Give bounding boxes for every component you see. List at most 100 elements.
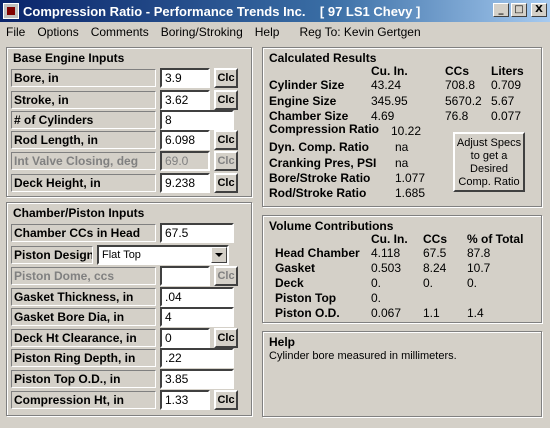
dropdown-arrow-icon[interactable] [211,247,227,263]
cylinder-size-ccs: 708.8 [445,78,476,92]
window-title: Compression Ratio - Performance Trends I… [23,3,421,19]
piston-dome-row: Piston Dome, ccs Clc [11,266,238,286]
deck-clearance-input[interactable]: 0 [160,328,210,348]
stroke-row: Stroke, in 3.62 Clc [11,90,238,110]
maximize-button[interactable]: □ [511,3,527,17]
help-text: Cylinder bore measured in millimeters. [269,350,457,362]
head-chamber-cuin: 4.118 [371,246,401,260]
compression-ht-input[interactable]: 1.33 [160,390,210,410]
deck-height-calc-button[interactable]: Clc [214,173,238,193]
ring-depth-row: Piston Ring Depth, in .22 [11,348,234,368]
gasket-bore-input[interactable]: 4 [160,307,234,327]
bore-input[interactable]: 3.9 [160,68,210,88]
deck-height-input[interactable]: 9.238 [160,173,210,193]
int-valve-calc-button[interactable]: Clc [214,151,238,171]
head-chamber-label: Head Chamber [275,246,360,260]
stroke-calc-button[interactable]: Clc [214,90,238,110]
menu-help[interactable]: Help [249,25,286,39]
menu-file[interactable]: File [0,25,31,39]
menu-bar: File Options Comments Boring/Stroking He… [0,22,550,42]
deck-clearance-row: Deck Ht Clearance, in 0 Clc [11,328,238,348]
deck-cuin: 0. [371,276,382,290]
engine-size-ccs: 5670.2 [445,94,482,108]
piston-top-od-row: Piston Top O.D., in 3.85 [11,369,234,389]
chamber-ccs-input[interactable]: 67.5 [160,223,234,243]
piston-dome-label: Piston Dome, ccs [11,267,156,285]
cylinders-label: # of Cylinders [11,111,156,129]
piston-design-select[interactable]: Flat Top [97,245,229,265]
rod-length-label: Rod Length, in [11,131,156,149]
minimize-button[interactable]: _ [493,3,509,17]
compression-ht-calc-button[interactable]: Clc [214,390,238,410]
engine-size-cuin: 345.95 [371,94,408,108]
piston-design-row: Piston Design Flat Top [11,245,229,265]
ring-depth-label: Piston Ring Depth, in [11,349,156,367]
chamber-ccs-label: Chamber CCs in Head [11,224,156,242]
group-title: Help [269,335,296,349]
menu-options[interactable]: Options [31,25,84,39]
rod-length-input[interactable]: 6.098 [160,130,210,150]
compression-ht-label: Compression Ht, in [11,391,156,409]
cylinder-size-cuin: 43.24 [371,78,402,92]
deck-height-row: Deck Height, in 9.238 Clc [11,173,238,193]
gasket-cuin: 0.503 [371,261,402,275]
cylinder-size-liters: 0.709 [491,78,522,92]
gasket-thickness-input[interactable]: .04 [160,287,234,307]
menu-boring-stroking[interactable]: Boring/Stroking [155,25,249,39]
dyn-comp-ratio-value: na [395,140,409,154]
gasket-bore-row: Gasket Bore Dia, in 4 [11,307,234,327]
piston-dome-calc-button[interactable]: Clc [214,266,238,286]
chamber-size-liters: 0.077 [491,109,522,123]
col-header-cuin: Cu. In. [371,232,408,246]
rod-stroke-ratio-value: 1.685 [395,186,426,200]
close-button[interactable]: X [531,3,547,17]
piston-od-cuin: 0.067 [371,306,402,320]
piston-top-od-input[interactable]: 3.85 [160,369,234,389]
rod-length-calc-button[interactable]: Clc [214,130,238,150]
compression-ratio-label: Compression Ratio [269,122,380,136]
piston-od-label: Piston O.D. [275,306,340,320]
piston-dome-input[interactable] [160,266,210,286]
bore-stroke-ratio-value: 1.077 [395,171,426,185]
calculated-results-group: Calculated Results Cu. In. CCs Liters Cy… [262,47,542,207]
help-group: Help Cylinder bore measured in millimete… [262,331,542,417]
dyn-comp-ratio-label: Dyn. Comp. Ratio [269,140,370,154]
piston-od-ccs: 1.1 [423,306,440,320]
piston-design-value: Flat Top [102,249,141,261]
group-title: Base Engine Inputs [13,51,125,65]
adjust-specs-button[interactable]: Adjust Specs to get a Desired Comp. Rati… [453,132,525,192]
head-chamber-pct: 87.8 [467,246,491,260]
int-valve-closing-label: Int Valve Closing, deg [11,152,156,170]
deck-ccs: 0. [423,276,434,290]
bore-row: Bore, in 3.9 Clc [11,68,238,88]
chamber-piston-inputs-group: Chamber/Piston Inputs Chamber CCs in Hea… [6,202,252,416]
gasket-label: Gasket [275,261,316,275]
deck-clearance-label: Deck Ht Clearance, in [11,329,156,347]
menu-comments[interactable]: Comments [85,25,155,39]
chamber-size-cuin: 4.69 [371,109,395,123]
gasket-thickness-row: Gasket Thickness, in .04 [11,287,234,307]
col-header-liters: Liters [491,64,524,78]
chamber-size-ccs: 76.8 [445,109,469,123]
int-valve-closing-input[interactable]: 69.0 [160,151,210,171]
registration-text: Reg To: Kevin Gertgen [299,25,421,39]
stroke-input[interactable]: 3.62 [160,90,210,110]
title-bar: Compression Ratio - Performance Trends I… [0,0,550,22]
chamber-size-label: Chamber Size [269,109,349,123]
deck-height-label: Deck Height, in [11,174,156,192]
gasket-pct: 10.7 [467,261,491,275]
deck-pct: 0. [467,276,478,290]
cylinders-input[interactable]: 8 [160,110,234,130]
app-icon [3,3,19,19]
volume-contributions-group: Volume Contributions Cu. In. CCs % of To… [262,215,542,323]
cylinder-size-label: Cylinder Size [269,78,345,92]
ring-depth-input[interactable]: .22 [160,348,234,368]
cylinders-row: # of Cylinders 8 [11,110,234,130]
gasket-ccs: 8.24 [423,261,447,275]
piston-top-od-label: Piston Top O.D., in [11,370,156,388]
bore-calc-button[interactable]: Clc [214,68,238,88]
group-title: Calculated Results [269,51,377,65]
deck-clearance-calc-button[interactable]: Clc [214,328,238,348]
head-chamber-ccs: 67.5 [423,246,447,260]
gasket-thickness-label: Gasket Thickness, in [11,288,156,306]
